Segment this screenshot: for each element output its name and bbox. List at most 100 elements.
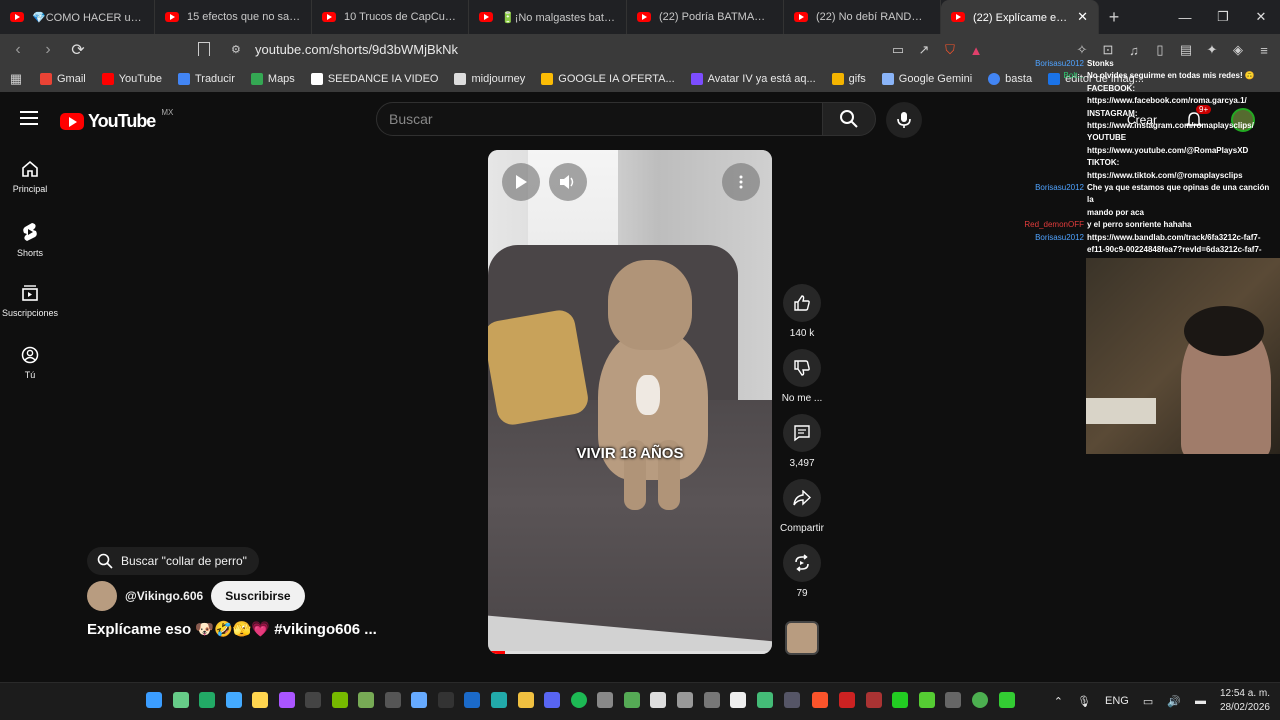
dislike-button[interactable]: No me ... xyxy=(778,349,826,414)
search-button[interactable] xyxy=(822,102,876,136)
reload-icon[interactable]: ⟳ xyxy=(66,40,90,60)
taskbar-app-icon[interactable] xyxy=(919,692,935,708)
taskbar-app-icon[interactable] xyxy=(624,692,640,708)
chevron-up-icon[interactable]: ⌃ xyxy=(1054,695,1063,708)
bookmark-item[interactable]: GOOGLE IA OFERTA... xyxy=(541,73,675,85)
volume-button[interactable] xyxy=(549,163,587,201)
taskbar-app-icon[interactable] xyxy=(358,692,374,708)
url-field[interactable]: youtube.com/shorts/9d3bWMjBkNk xyxy=(255,42,458,57)
play-button[interactable] xyxy=(502,163,540,201)
bookmark-item[interactable]: Traducir xyxy=(177,73,235,85)
taskbar-app-icon[interactable] xyxy=(650,692,666,708)
taskbar-app-icon[interactable] xyxy=(839,692,855,708)
comments-button[interactable]: 3,497 xyxy=(778,414,826,479)
taskbar-app-icon[interactable] xyxy=(385,692,401,708)
bookmark-item[interactable]: midjourney xyxy=(454,73,525,85)
more-options-button[interactable] xyxy=(722,163,760,201)
share-button[interactable]: Compartir xyxy=(778,479,826,544)
settings-icon[interactable] xyxy=(411,692,427,708)
apps-grid-icon[interactable]: ▦ xyxy=(8,71,24,87)
sidebar-item-you[interactable]: Tú xyxy=(0,346,60,408)
spotify-icon[interactable] xyxy=(571,692,587,708)
clock[interactable]: 12:54 a. m. 28/02/2026 xyxy=(1220,687,1270,715)
remix-button[interactable]: 79 xyxy=(778,544,826,609)
taskbar-app-icon[interactable] xyxy=(597,692,613,708)
voice-search-button[interactable] xyxy=(886,102,922,138)
vpn-icon[interactable]: ◈ xyxy=(1230,42,1246,58)
close-window-button[interactable]: ✕ xyxy=(1242,0,1280,34)
taskbar-app-icon[interactable] xyxy=(757,692,773,708)
bookmark-item[interactable]: SEEDANCE IA VIDEO xyxy=(310,73,438,85)
bookmark-item[interactable]: Avatar IV ya está aq... xyxy=(690,73,816,85)
taskbar-app-icon[interactable] xyxy=(999,692,1015,708)
related-search-chip[interactable]: Buscar "collar de perro" xyxy=(87,547,259,575)
site-info-icon[interactable]: ⚙ xyxy=(231,43,241,56)
cast-icon[interactable]: ▭ xyxy=(890,42,906,58)
taskbar-app-icon[interactable] xyxy=(252,692,268,708)
share-icon[interactable]: ↗ xyxy=(916,42,932,58)
browser-tab-active[interactable]: (22) Explícame eso 🐶✕ xyxy=(941,0,1099,34)
channel-name[interactable]: @Vikingo.606 xyxy=(125,589,203,603)
taskbar-app-icon[interactable] xyxy=(730,692,746,708)
brave-browser-icon[interactable] xyxy=(812,692,828,708)
bookmark-icon[interactable] xyxy=(198,42,210,56)
taskbar-app-icon[interactable] xyxy=(226,692,242,708)
speaker-icon[interactable]: 🔊 xyxy=(1167,695,1181,708)
taskbar-app-icon[interactable] xyxy=(305,692,321,708)
file-explorer-icon[interactable] xyxy=(518,692,534,708)
sidebar-item-home[interactable]: Principal xyxy=(0,160,60,222)
screenshot-icon[interactable]: ⊡ xyxy=(1100,42,1116,58)
wallet-icon[interactable]: ▤ xyxy=(1178,42,1194,58)
taskbar-app-icon[interactable] xyxy=(332,692,348,708)
leo-ai-icon[interactable]: ✦ xyxy=(1204,42,1220,58)
language-indicator[interactable]: ENG xyxy=(1105,695,1129,707)
close-tab-icon[interactable]: ✕ xyxy=(1077,9,1088,25)
microphone-icon[interactable]: 🎙 xyxy=(1077,695,1091,708)
shorts-video-player[interactable]: VIVIR 18 AÑOS xyxy=(488,150,772,654)
start-icon[interactable] xyxy=(146,692,162,708)
browser-tab[interactable]: (22) No debí RANDOMIZA... xyxy=(784,0,941,34)
bookmark-item[interactable]: YouTube xyxy=(101,73,162,85)
minimize-button[interactable]: — xyxy=(1166,0,1204,34)
video-title[interactable]: Explícame eso 🐶🤣🫣💗 #vikingo606 ... xyxy=(87,620,377,638)
taskbar-app-icon[interactable] xyxy=(704,692,720,708)
taskbar-app-icon[interactable] xyxy=(677,692,693,708)
browser-tab[interactable]: 15 efectos que no sabías q... xyxy=(155,0,312,34)
taskbar-app-icon[interactable] xyxy=(464,692,480,708)
taskbar-app-icon[interactable] xyxy=(173,692,189,708)
taskbar-app-icon[interactable] xyxy=(892,692,908,708)
taskbar-app-icon[interactable] xyxy=(438,692,454,708)
back-icon[interactable]: ‹ xyxy=(6,41,30,59)
channel-avatar[interactable] xyxy=(87,581,117,611)
network-icon[interactable]: ▭ xyxy=(1143,695,1153,708)
bookmark-item[interactable]: gifs xyxy=(831,73,866,85)
extensions-icon[interactable]: ✧ xyxy=(1074,42,1090,58)
browser-tab[interactable]: 🔋¡No malgastes batería!... xyxy=(469,0,627,34)
sidebar-item-subscriptions[interactable]: Suscripciones xyxy=(0,284,60,346)
bookmark-item[interactable]: Gmail xyxy=(40,73,86,85)
battery-icon[interactable]: ▬ xyxy=(1195,695,1206,707)
taskbar-app-icon[interactable] xyxy=(544,692,560,708)
browser-tab[interactable]: (22) Podría BATMAN venc... xyxy=(627,0,784,34)
search-input[interactable]: Buscar xyxy=(376,102,823,136)
sidebar-icon[interactable]: ▯ xyxy=(1152,42,1168,58)
video-progress-bar[interactable] xyxy=(488,651,772,654)
forward-icon[interactable]: › xyxy=(36,41,60,59)
taskbar-app-icon[interactable] xyxy=(866,692,882,708)
taskbar-app-icon[interactable] xyxy=(784,692,800,708)
audio-source-thumbnail[interactable] xyxy=(785,621,819,655)
like-button[interactable]: 140 k xyxy=(778,284,826,349)
media-icon[interactable]: ♫ xyxy=(1126,42,1142,58)
chrome-icon[interactable] xyxy=(972,692,988,708)
youtube-logo[interactable]: YouTube MX xyxy=(60,108,173,132)
new-tab-button[interactable]: + xyxy=(1099,7,1129,28)
browser-tab[interactable]: 10 Trucos de CapCut que ... xyxy=(312,0,469,34)
menu-hamburger-icon[interactable] xyxy=(20,111,38,125)
taskbar-app-icon[interactable] xyxy=(945,692,961,708)
brave-rewards-icon[interactable]: ▲ xyxy=(968,42,984,58)
taskbar-app-icon[interactable] xyxy=(199,692,215,708)
taskbar-app-icon[interactable] xyxy=(491,692,507,708)
bookmark-item[interactable]: Google Gemini xyxy=(881,73,972,85)
sidebar-item-shorts[interactable]: Shorts xyxy=(0,222,60,284)
taskbar-app-icon[interactable] xyxy=(279,692,295,708)
